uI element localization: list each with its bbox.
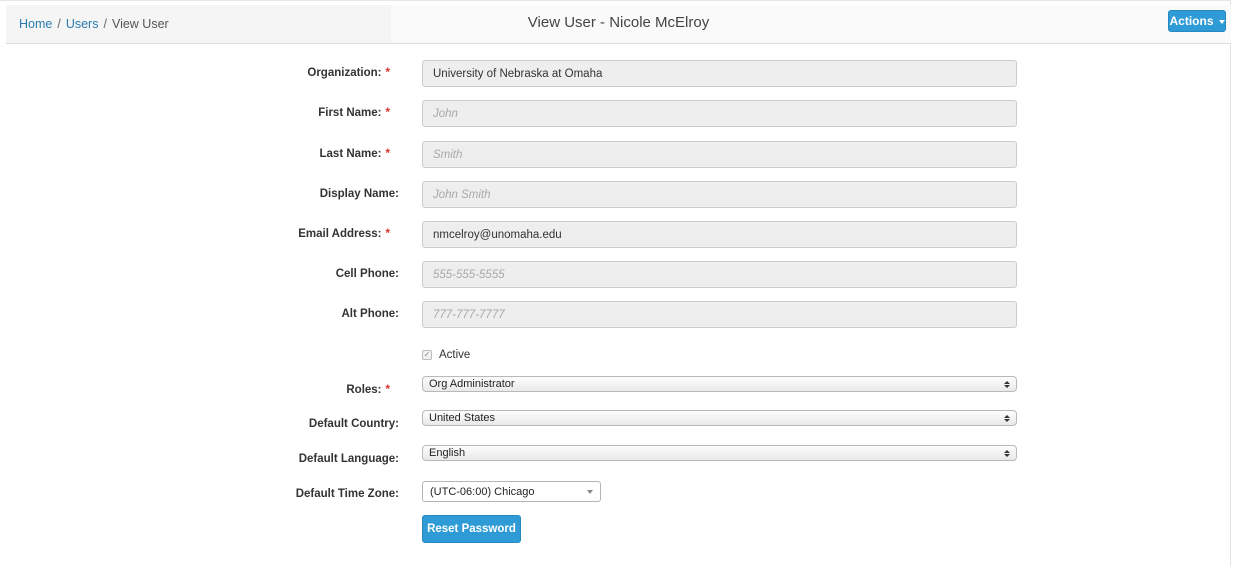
checkmark-icon[interactable]: ✓ — [422, 350, 432, 360]
required-marker: * — [385, 384, 390, 396]
required-marker: * — [385, 107, 390, 119]
default-time-zone-selected-value: (UTC-06:00) Chicago — [430, 485, 535, 498]
top-divider — [0, 0, 1231, 1]
display-name-label: Display Name: — [319, 188, 399, 200]
caret-down-icon — [1218, 19, 1225, 24]
active-checkbox-row[interactable]: ✓ Active — [422, 349, 470, 361]
cell-phone-label: Cell Phone: — [335, 268, 399, 280]
up-down-arrows-icon — [1004, 380, 1010, 388]
alt-phone-field[interactable]: 777-777-7777 — [422, 301, 1017, 328]
actions-dropdown-button[interactable]: Actions — [1168, 10, 1226, 32]
up-down-arrows-icon — [1004, 449, 1010, 457]
email-field[interactable]: nmcelroy@unomaha.edu — [422, 221, 1017, 248]
required-marker: * — [385, 148, 390, 160]
up-down-arrows-icon — [1004, 414, 1010, 422]
email-label: Email Address: * — [298, 228, 390, 240]
actions-button-label: Actions — [1169, 14, 1214, 28]
organization-label: Organization: * — [307, 67, 390, 79]
last-name-label: Last Name: * — [319, 148, 390, 160]
required-marker: * — [385, 67, 390, 79]
cell-phone-field[interactable]: 555-555-5555 — [422, 261, 1017, 288]
roles-selected-value: Org Administrator — [429, 378, 515, 390]
first-name-label: First Name: * — [318, 107, 390, 119]
default-country-label: Default Country: — [308, 418, 399, 430]
default-country-selected-value: United States — [429, 412, 496, 424]
roles-select[interactable]: Org Administrator — [422, 376, 1017, 392]
first-name-field[interactable]: John — [422, 100, 1017, 127]
roles-label: Roles: * — [346, 384, 390, 396]
required-marker: * — [385, 228, 390, 240]
alt-phone-label: Alt Phone: — [341, 308, 400, 320]
reset-password-label: Reset Password — [427, 523, 516, 535]
chevron-down-icon — [587, 489, 593, 494]
default-language-select[interactable]: English — [422, 445, 1017, 461]
page-title: View User - Nicole McElroy — [527, 14, 710, 31]
default-language-label: Default Language: — [298, 453, 399, 465]
display-name-field[interactable]: John Smith — [422, 181, 1017, 208]
last-name-field[interactable]: Smith — [422, 141, 1017, 168]
default-language-selected-value: English — [429, 447, 466, 459]
organization-field[interactable]: University of Nebraska at Omaha — [422, 60, 1017, 87]
reset-password-button[interactable]: Reset Password — [422, 515, 521, 543]
page-header: Home / Users / View User View User - Nic… — [6, 5, 1231, 44]
default-country-select[interactable]: United States — [422, 410, 1017, 426]
default-time-zone-select[interactable]: (UTC-06:00) Chicago — [422, 481, 601, 502]
default-time-zone-label: Default Time Zone: — [295, 488, 399, 500]
active-label: Active — [439, 349, 471, 361]
